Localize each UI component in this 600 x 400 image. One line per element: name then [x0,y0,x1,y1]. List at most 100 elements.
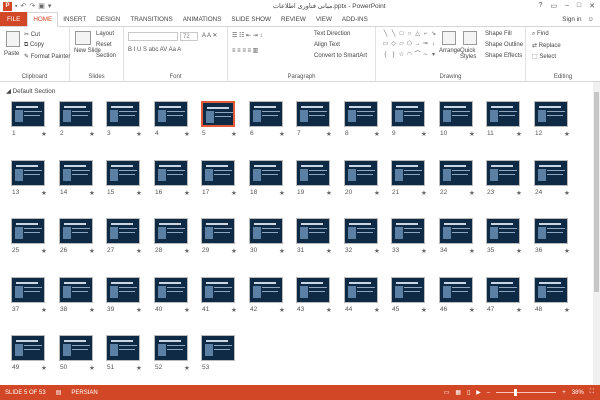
animation-star-icon[interactable]: ★ [469,130,475,138]
zoom-slider-knob[interactable] [514,389,518,396]
animation-star-icon[interactable]: ★ [516,189,522,197]
tab-review[interactable]: REVIEW [276,12,311,26]
animation-star-icon[interactable]: ★ [41,364,47,372]
animation-star-icon[interactable]: ★ [89,306,95,314]
redo-icon[interactable]: ↷ [29,2,35,10]
find-button[interactable]: ⌕ Find [532,31,549,38]
slide-thumbnail[interactable] [296,218,330,244]
animation-star-icon[interactable]: ★ [279,247,285,255]
replace-button[interactable]: ⇄ Replace [532,42,561,49]
slide-thumbnail[interactable] [106,277,140,303]
animation-star-icon[interactable]: ★ [231,189,237,197]
text-direction-button[interactable]: Text Direction [314,31,350,37]
normal-view-icon[interactable]: ▭ [444,389,450,396]
scrollbar-thumb[interactable] [594,92,599,292]
section-button[interactable]: Section [96,53,116,59]
close-button[interactable]: ✕ [589,2,595,10]
slide-thumbnail[interactable] [249,277,283,303]
font-size-buttons[interactable]: A A ✕ [202,32,217,39]
slide-thumbnail[interactable] [59,218,93,244]
shape-effects-button[interactable]: Shape Effects [485,53,522,59]
animation-star-icon[interactable]: ★ [564,130,570,138]
paste-button[interactable]: Paste [4,51,19,57]
language-text[interactable]: PERSIAN [66,390,102,396]
animation-star-icon[interactable]: ★ [564,247,570,255]
slide-thumbnail[interactable] [439,277,473,303]
animation-star-icon[interactable]: ★ [231,247,237,255]
animation-star-icon[interactable]: ★ [89,189,95,197]
slide-thumbnail[interactable] [59,335,93,361]
slide-thumbnail[interactable] [59,277,93,303]
reading-view-icon[interactable]: ▯ [467,389,470,396]
animation-star-icon[interactable]: ★ [41,306,47,314]
animation-star-icon[interactable]: ★ [326,306,332,314]
animation-star-icon[interactable]: ★ [421,130,427,138]
slide-thumbnail[interactable] [391,160,425,186]
spellcheck-icon[interactable]: ▤ [51,389,67,396]
animation-star-icon[interactable]: ★ [41,130,47,138]
zoom-in-button[interactable]: + [562,390,566,396]
slide-thumbnail[interactable] [486,218,520,244]
slide-thumbnail[interactable] [296,277,330,303]
slide-thumbnail[interactable] [296,101,330,127]
animation-star-icon[interactable]: ★ [516,247,522,255]
customize-qat-icon[interactable]: ▾ [48,2,52,10]
sign-in-link[interactable]: Sign in [562,16,581,23]
fit-slide-icon[interactable]: ⛶ [590,389,594,396]
animation-star-icon[interactable]: ★ [326,130,332,138]
tab-transitions[interactable]: TRANSITIONS [125,12,177,26]
cut-button[interactable]: ✂ Cut [24,31,40,38]
vertical-scrollbar[interactable] [593,82,600,385]
slide-thumbnail[interactable] [249,160,283,186]
layout-button[interactable]: Layout [96,31,114,37]
animation-star-icon[interactable]: ★ [184,364,190,372]
animation-star-icon[interactable]: ★ [564,189,570,197]
tab-home[interactable]: HOME [27,12,59,27]
slide-thumbnail[interactable] [439,218,473,244]
slide-thumbnail[interactable] [391,101,425,127]
undo-icon[interactable]: ↶ [20,2,26,10]
slide-thumbnail[interactable] [391,277,425,303]
animation-star-icon[interactable]: ★ [184,247,190,255]
shapes-gallery[interactable]: ╲ ╲ □ ○ △ ⌐ ↘ ▭ ◇ ▱ ⬠ → ⇒ ↓ {} ☆ ◠ ⌒ ∼ ▾ [382,31,436,61]
animation-star-icon[interactable]: ★ [184,130,190,138]
shape-outline-button[interactable]: Shape Outline [485,42,523,48]
slide-thumbnail[interactable] [486,277,520,303]
slide-thumbnail[interactable] [11,160,45,186]
zoom-out-button[interactable]: – [487,390,490,396]
animation-star-icon[interactable]: ★ [41,189,47,197]
arrange-button[interactable]: Arrange [439,48,460,54]
tab-slide-show[interactable]: SLIDE SHOW [226,12,276,26]
slide-thumbnail[interactable] [106,160,140,186]
animation-star-icon[interactable]: ★ [374,247,380,255]
animation-star-icon[interactable]: ★ [326,189,332,197]
slide-thumbnail[interactable] [154,218,188,244]
slide-thumbnail[interactable] [391,218,425,244]
slide-thumbnail[interactable] [154,101,188,127]
slide-thumbnail[interactable] [439,160,473,186]
animation-star-icon[interactable]: ★ [469,189,475,197]
slide-thumbnail[interactable] [249,218,283,244]
font-size-field[interactable]: 72 [180,32,198,41]
animation-star-icon[interactable]: ★ [516,306,522,314]
animation-star-icon[interactable]: ★ [516,130,522,138]
slide-thumbnail[interactable] [534,101,568,127]
slideshow-view-icon[interactable]: ▶ [476,389,481,396]
slide-thumbnail[interactable] [486,160,520,186]
animation-star-icon[interactable]: ★ [374,189,380,197]
tab-view[interactable]: VIEW [311,12,337,26]
slide-thumbnail[interactable] [11,101,45,127]
animation-star-icon[interactable]: ★ [89,130,95,138]
slide-thumbnail[interactable] [59,101,93,127]
ribbon-display-icon[interactable]: ▭ [550,2,557,10]
animation-star-icon[interactable]: ★ [279,306,285,314]
animation-star-icon[interactable]: ★ [469,306,475,314]
slide-thumbnail[interactable] [11,277,45,303]
arrange-icon[interactable] [442,31,456,45]
help-button[interactable]: ? [538,2,542,10]
animation-star-icon[interactable]: ★ [89,364,95,372]
slide-thumbnail[interactable] [59,160,93,186]
slide-thumbnail[interactable] [534,218,568,244]
slide-thumbnail[interactable] [11,218,45,244]
list-buttons[interactable]: ☰ ☷ ⇤ ⇥ ↕ [232,32,262,39]
